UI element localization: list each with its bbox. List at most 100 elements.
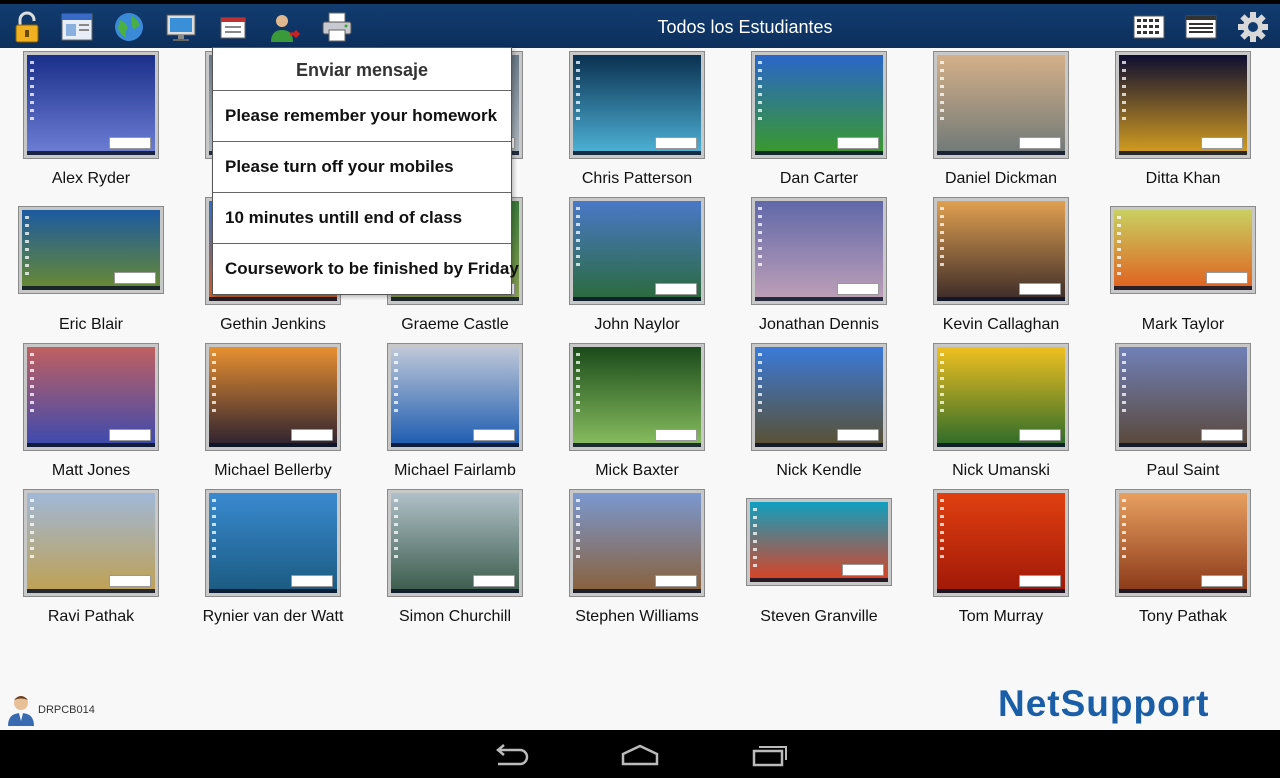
student-name: Graeme Castle: [401, 316, 509, 333]
student-tile[interactable]: Nick Umanski: [910, 340, 1092, 486]
student-screen-thumbnail[interactable]: [206, 490, 340, 596]
student-tile[interactable]: Eric Blair: [0, 194, 182, 340]
thumbnail-grid-icon[interactable]: [1132, 10, 1166, 44]
desktop-icons: [940, 207, 944, 267]
student-screen-thumbnail[interactable]: [934, 52, 1068, 158]
desktop-icons: [758, 353, 762, 413]
student-tile[interactable]: Simon Churchill: [364, 486, 546, 632]
desktop-taskbar: [937, 589, 1065, 593]
student-screen-thumbnail[interactable]: [24, 52, 158, 158]
message-option-mobiles[interactable]: Please turn off your mobiles: [213, 142, 511, 193]
student-tile[interactable]: Mark Taylor: [1092, 194, 1274, 340]
list-view-icon[interactable]: [1184, 10, 1218, 44]
desktop-taskbar: [755, 297, 883, 301]
student-screen-thumbnail[interactable]: [934, 344, 1068, 450]
desktop-taskbar: [937, 297, 1065, 301]
student-name: Stephen Williams: [575, 608, 699, 625]
student-screen-thumbnail[interactable]: [570, 52, 704, 158]
student-tile[interactable]: Mick Baxter: [546, 340, 728, 486]
desktop-bubble: [291, 429, 333, 441]
desktop-bubble: [291, 575, 333, 587]
student-screen-thumbnail[interactable]: [752, 344, 886, 450]
desktop-taskbar: [755, 443, 883, 447]
desktop-bubble: [109, 429, 151, 441]
student-tile[interactable]: Steven Granville: [728, 486, 910, 632]
student-tile[interactable]: Matt Jones: [0, 340, 182, 486]
student-screen-thumbnail[interactable]: [934, 198, 1068, 304]
student-tile[interactable]: Ravi Pathak: [0, 486, 182, 632]
student-tile[interactable]: Daniel Dickman: [910, 48, 1092, 194]
student-name: Gethin Jenkins: [220, 316, 326, 333]
student-tile[interactable]: Ditta Khan: [1092, 48, 1274, 194]
student-screen-thumbnail[interactable]: [1116, 52, 1250, 158]
student-tile[interactable]: Alex Ryder: [0, 48, 182, 194]
student-screen-thumbnail[interactable]: [19, 207, 163, 293]
student-screen-thumbnail[interactable]: [752, 52, 886, 158]
message-option-coursework[interactable]: Coursework to be finished by Friday: [213, 244, 519, 294]
desktop-icons: [940, 61, 944, 121]
desktop-bubble: [655, 575, 697, 587]
student-tile[interactable]: Nick Kendle: [728, 340, 910, 486]
student-tile[interactable]: Kevin Callaghan: [910, 194, 1092, 340]
desktop-taskbar: [573, 589, 701, 593]
window-icon[interactable]: [60, 10, 94, 44]
student-screen-thumbnail[interactable]: [388, 344, 522, 450]
message-option-ten-minutes[interactable]: 10 minutes untill end of class: [213, 193, 511, 244]
student-screen-thumbnail[interactable]: [24, 490, 158, 596]
desktop-bubble: [473, 575, 515, 587]
desktop-icons: [30, 499, 34, 559]
desktop-icons: [1117, 216, 1121, 276]
desktop-taskbar: [209, 297, 337, 301]
student-screen-thumbnail[interactable]: [24, 344, 158, 450]
desktop-taskbar: [1119, 443, 1247, 447]
desktop-bubble: [1019, 137, 1061, 149]
student-screen-thumbnail[interactable]: [1111, 207, 1255, 293]
student-screen-thumbnail[interactable]: [388, 490, 522, 596]
desktop-bubble: [1201, 429, 1243, 441]
message-option-homework[interactable]: Please remember your homework: [213, 91, 511, 142]
student-screen-thumbnail[interactable]: [747, 499, 891, 585]
back-icon[interactable]: [492, 742, 532, 768]
desktop-bubble: [114, 272, 156, 284]
student-screen-thumbnail[interactable]: [1116, 490, 1250, 596]
student-tile[interactable]: John Naylor: [546, 194, 728, 340]
student-tile[interactable]: Jonathan Dennis: [728, 194, 910, 340]
student-name: Dan Carter: [779, 170, 859, 187]
student-tile[interactable]: Dan Carter: [728, 48, 910, 194]
desktop-taskbar: [209, 443, 337, 447]
student-screen-thumbnail[interactable]: [752, 198, 886, 304]
student-tile[interactable]: Chris Patterson: [546, 48, 728, 194]
student-screen-thumbnail[interactable]: [934, 490, 1068, 596]
student-tile[interactable]: Paul Saint: [1092, 340, 1274, 486]
desktop-icons: [758, 207, 762, 267]
globe-icon[interactable]: [112, 10, 146, 44]
student-name: Mark Taylor: [1141, 316, 1225, 333]
desktop-icons: [212, 499, 216, 559]
desktop-icons: [1122, 353, 1126, 413]
user-avatar-icon: [6, 694, 36, 726]
student-tile[interactable]: Tom Murray: [910, 486, 1092, 632]
student-name: Rynier van der Watt: [202, 608, 344, 625]
recent-apps-icon[interactable]: [750, 742, 790, 768]
desktop-taskbar: [1119, 589, 1247, 593]
student-tile[interactable]: Rynier van der Watt: [182, 486, 364, 632]
student-tile[interactable]: Michael Bellerby: [182, 340, 364, 486]
printer-icon[interactable]: [320, 10, 354, 44]
home-icon[interactable]: [620, 742, 660, 768]
monitor-icon[interactable]: [164, 10, 198, 44]
student-screen-thumbnail[interactable]: [570, 344, 704, 450]
desktop-icons: [758, 61, 762, 121]
student-tile[interactable]: Stephen Williams: [546, 486, 728, 632]
desktop-bubble: [837, 137, 879, 149]
student-tile[interactable]: Michael Fairlamb: [364, 340, 546, 486]
student-screen-thumbnail[interactable]: [570, 198, 704, 304]
student-screen-thumbnail[interactable]: [1116, 344, 1250, 450]
student-screen-thumbnail[interactable]: [206, 344, 340, 450]
gear-icon[interactable]: [1236, 10, 1270, 44]
lock-icon[interactable]: [10, 10, 44, 44]
student-screen-thumbnail[interactable]: [570, 490, 704, 596]
student-name: Steven Granville: [760, 608, 878, 625]
message-icon[interactable]: [216, 10, 250, 44]
student-tile[interactable]: Tony Pathak: [1092, 486, 1274, 632]
user-remove-icon[interactable]: [268, 10, 302, 44]
